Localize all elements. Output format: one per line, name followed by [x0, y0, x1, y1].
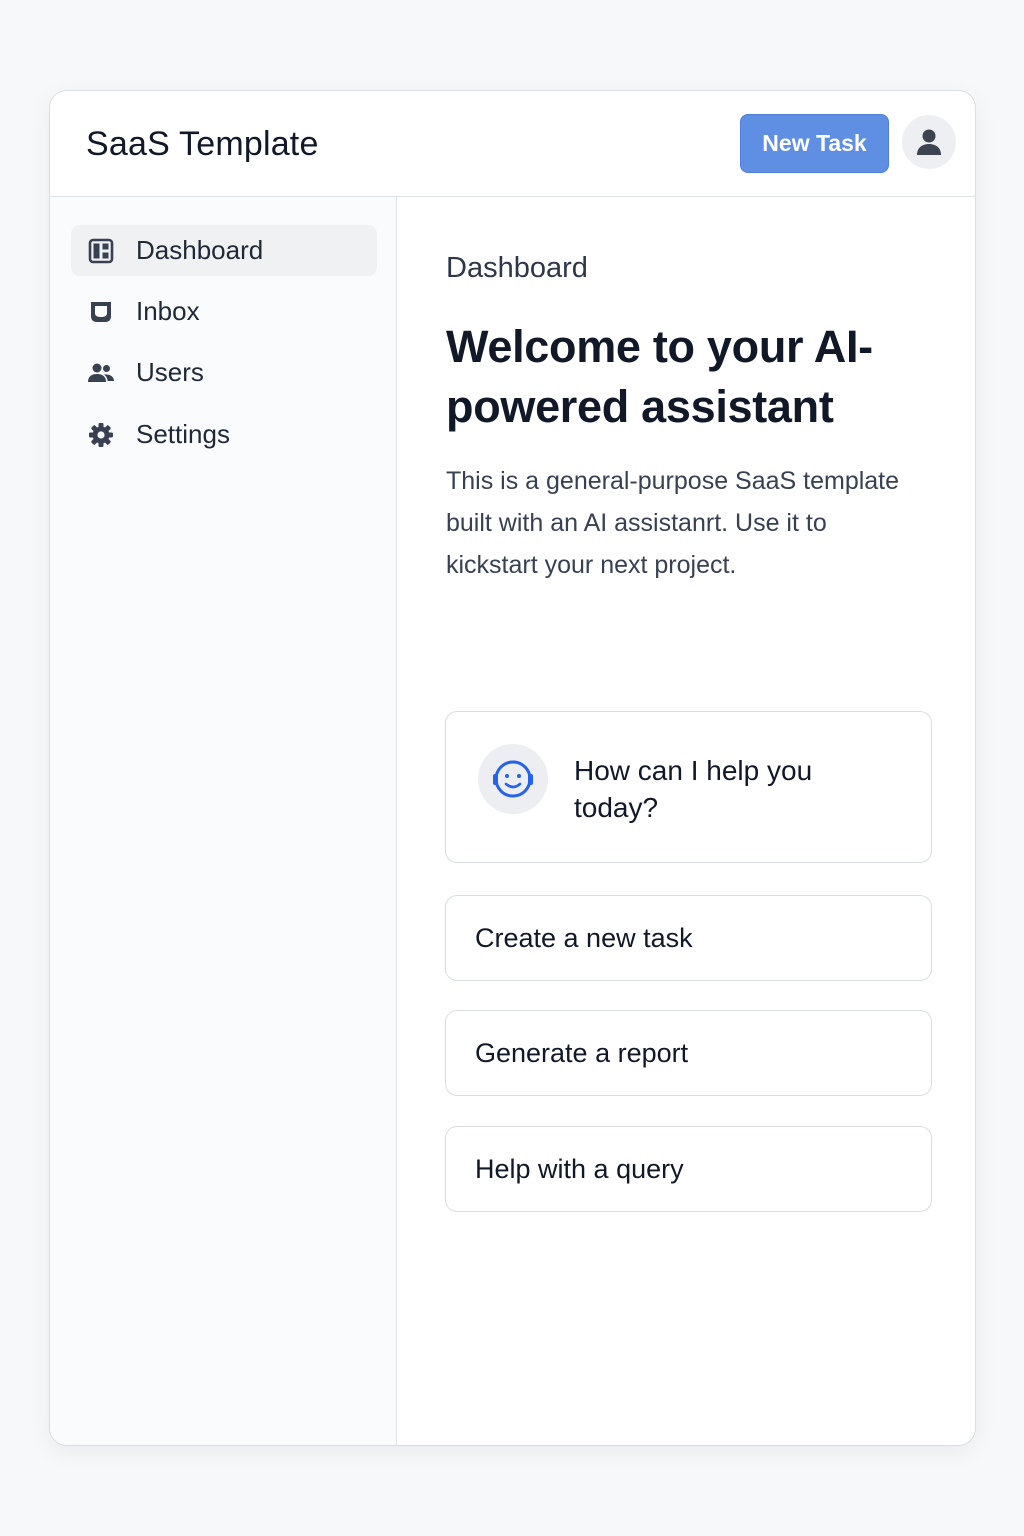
breadcrumb: Dashboard — [446, 252, 588, 284]
sidebar-item-dashboard[interactable]: Dashboard — [71, 225, 377, 276]
inbox-icon — [86, 297, 116, 327]
user-icon — [917, 129, 941, 155]
dashboard-icon — [86, 236, 116, 266]
robot-face-icon — [493, 760, 533, 798]
assistant-card[interactable]: How can I help you today? — [445, 711, 932, 863]
action-create-task[interactable]: Create a new task — [445, 895, 932, 981]
gear-icon — [86, 420, 116, 450]
sidebar-item-inbox[interactable]: Inbox — [71, 286, 377, 337]
page-description: This is a general-purpose SaaS template … — [446, 467, 900, 579]
main-content: Dashboard Welcome to your AI-powered ass… — [397, 197, 975, 1445]
sidebar: Dashboard Inbox Users Settings — [50, 197, 397, 1445]
sidebar-item-label: Settings — [136, 419, 230, 449]
sidebar-item-label: Users — [136, 357, 204, 387]
action-help-query[interactable]: Help with a query — [445, 1126, 932, 1212]
sidebar-item-label: Inbox — [136, 296, 200, 326]
app-window: SaaS Template New Task Dashboard Inbox U… — [49, 90, 976, 1446]
sidebar-item-users[interactable]: Users — [71, 347, 377, 398]
top-bar: SaaS Template New Task — [50, 91, 975, 197]
new-task-button[interactable]: New Task — [740, 114, 889, 173]
users-icon — [86, 358, 116, 388]
assistant-avatar — [478, 744, 548, 814]
action-generate-report[interactable]: Generate a report — [445, 1010, 932, 1096]
avatar[interactable] — [902, 115, 956, 169]
sidebar-item-label: Dashboard — [136, 235, 264, 265]
page-title: Welcome to your AI-powered assistant — [446, 321, 873, 432]
sidebar-item-settings[interactable]: Settings — [71, 409, 377, 460]
app-title: SaaS Template — [86, 125, 319, 163]
assistant-prompt: How can I help you today? — [574, 755, 813, 823]
